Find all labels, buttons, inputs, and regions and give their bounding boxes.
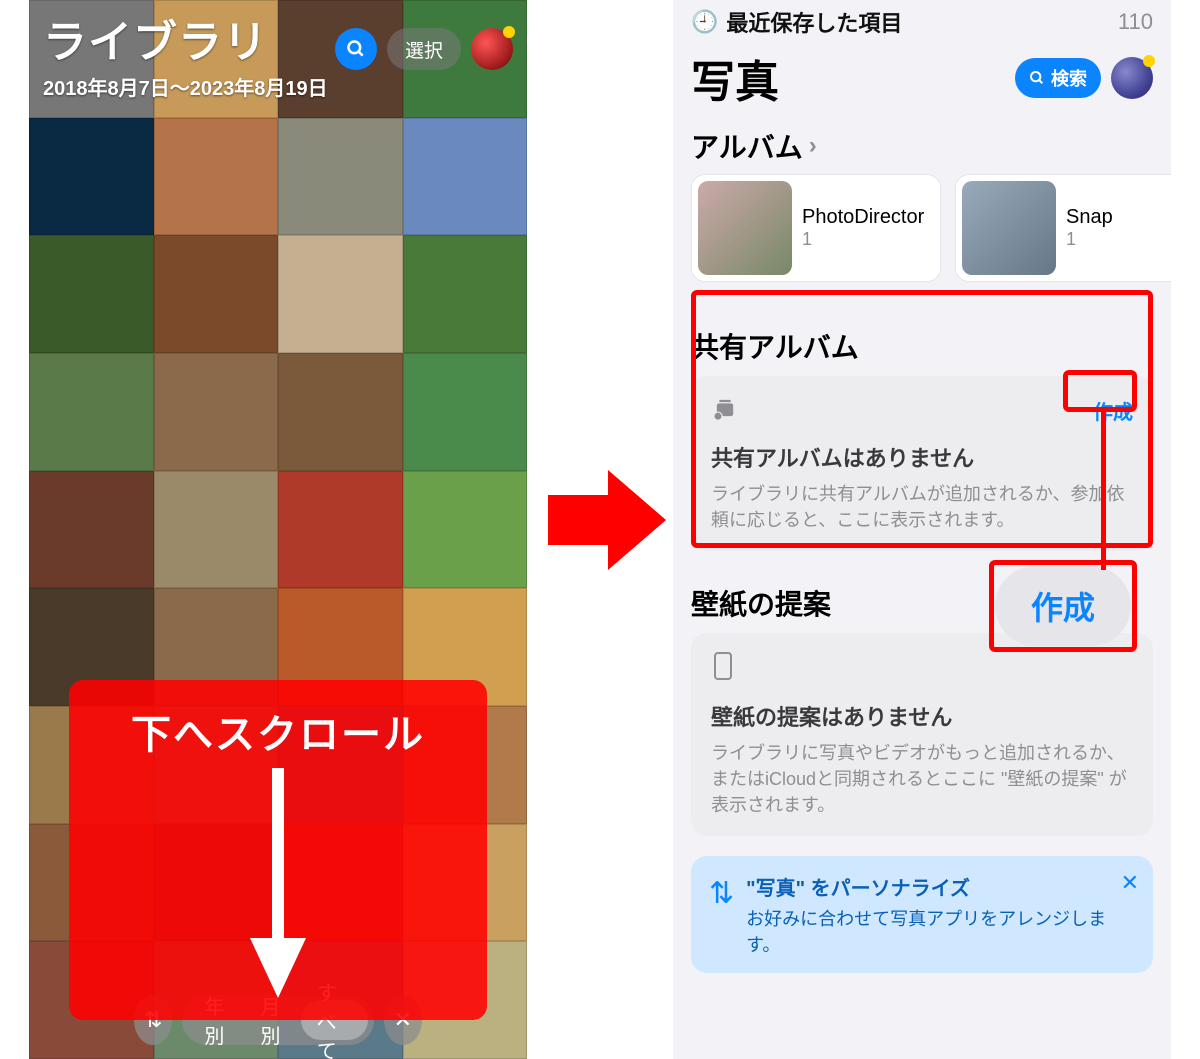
album-thumbnail bbox=[962, 181, 1056, 275]
album-thumbnail bbox=[698, 181, 792, 275]
photo-thumbnail[interactable] bbox=[29, 471, 154, 589]
photo-thumbnail[interactable] bbox=[154, 235, 279, 353]
recent-label: 最近保存した項目 bbox=[726, 6, 902, 38]
albums-header-label: アルバム bbox=[691, 126, 803, 166]
album-count: 1 bbox=[802, 229, 924, 250]
photo-thumbnail[interactable] bbox=[154, 118, 279, 236]
photo-thumbnail[interactable] bbox=[154, 353, 279, 471]
personalize-icon: ⇅ bbox=[709, 876, 734, 957]
search-button[interactable]: 検索 bbox=[1015, 58, 1101, 98]
wallpaper-empty-body: ライブラリに写真やビデオがもっと追加されるか、またはiCloudと同期されるとこ… bbox=[711, 740, 1133, 818]
select-button[interactable]: 選択 bbox=[387, 28, 461, 70]
photo-thumbnail[interactable] bbox=[29, 235, 154, 353]
photo-thumbnail[interactable] bbox=[403, 471, 528, 589]
photos-screen: 🕘 最近保存した項目 110 写真 検索 アルバム › PhotoDirect bbox=[673, 0, 1171, 1059]
scroll-annotation: 下へスクロール bbox=[69, 680, 487, 1020]
album-card[interactable]: Snap 1 bbox=[955, 174, 1171, 282]
shared-header: 共有アルバム bbox=[673, 306, 1171, 376]
wallpaper-card: 壁紙の提案はありません ライブラリに写真やビデオがもっと追加されるか、またはiC… bbox=[691, 633, 1153, 836]
shared-albums-card: 作成 共有アルバムはありません ライブラリに共有アルバムが追加されるか、参加依頼… bbox=[691, 376, 1153, 551]
chevron-right-icon: › bbox=[809, 132, 817, 160]
album-name: Snap bbox=[1066, 206, 1113, 229]
personalize-banner[interactable]: ⇅ "写真" をパーソナライズ お好みに合わせて写真アプリをアレンジします。 ✕ bbox=[691, 856, 1153, 973]
clock-icon: 🕘 bbox=[691, 9, 718, 35]
shared-empty-title: 共有アルバムはありません bbox=[711, 441, 1133, 473]
recent-count: 110 bbox=[1118, 9, 1153, 35]
photos-header: 写真 検索 bbox=[673, 44, 1171, 118]
create-callout: 作成 bbox=[995, 566, 1131, 646]
search-button[interactable] bbox=[335, 28, 377, 70]
photo-thumbnail[interactable] bbox=[278, 118, 403, 236]
search-icon bbox=[1029, 70, 1045, 86]
album-name: PhotoDirector bbox=[802, 206, 924, 229]
wallpaper-empty-title: 壁紙の提案はありません bbox=[711, 700, 1133, 732]
profile-avatar[interactable] bbox=[471, 28, 513, 70]
phone-icon bbox=[711, 651, 735, 686]
photo-thumbnail[interactable] bbox=[278, 235, 403, 353]
photos-title: 写真 bbox=[691, 46, 779, 110]
photo-thumbnail[interactable] bbox=[154, 471, 279, 589]
photo-thumbnail[interactable] bbox=[29, 353, 154, 471]
album-count: 1 bbox=[1066, 229, 1113, 250]
search-label: 検索 bbox=[1051, 65, 1087, 91]
banner-body: お好みに合わせて写真アプリをアレンジします。 bbox=[746, 905, 1135, 957]
search-icon bbox=[346, 39, 366, 59]
albums-row[interactable]: PhotoDirector 1 Snap 1 bbox=[673, 174, 1171, 306]
library-daterange: 2018年8月7日〜2023年8月19日 bbox=[43, 72, 328, 101]
guide-arrow-icon bbox=[548, 460, 668, 580]
banner-close-icon[interactable]: ✕ bbox=[1121, 870, 1139, 896]
library-screen: ライブラリ 2018年8月7日〜2023年8月19日 選択 ⇅ 年別 月別 すべ… bbox=[29, 0, 527, 1059]
library-title: ライブラリ bbox=[43, 6, 328, 70]
photo-thumbnail[interactable] bbox=[278, 471, 403, 589]
shared-empty-body: ライブラリに共有アルバムが追加されるか、参加依頼に応じると、ここに表示されます。 bbox=[711, 481, 1133, 533]
album-card[interactable]: PhotoDirector 1 bbox=[691, 174, 941, 282]
create-shared-button[interactable]: 作成 bbox=[1093, 396, 1133, 425]
photo-thumbnail[interactable] bbox=[403, 353, 528, 471]
down-arrow-icon bbox=[250, 768, 306, 998]
albums-header[interactable]: アルバム › bbox=[673, 118, 1171, 174]
photo-thumbnail[interactable] bbox=[403, 235, 528, 353]
highlight-connector bbox=[1101, 410, 1106, 570]
photo-thumbnail[interactable] bbox=[403, 118, 528, 236]
recent-saved-row[interactable]: 🕘 最近保存した項目 110 bbox=[673, 0, 1171, 44]
shared-album-icon bbox=[711, 394, 739, 427]
scroll-text: 下へスクロール bbox=[131, 702, 425, 760]
banner-title: "写真" をパーソナライズ bbox=[746, 872, 1135, 901]
profile-avatar[interactable] bbox=[1111, 57, 1153, 99]
photo-thumbnail[interactable] bbox=[278, 353, 403, 471]
photo-thumbnail[interactable] bbox=[29, 118, 154, 236]
